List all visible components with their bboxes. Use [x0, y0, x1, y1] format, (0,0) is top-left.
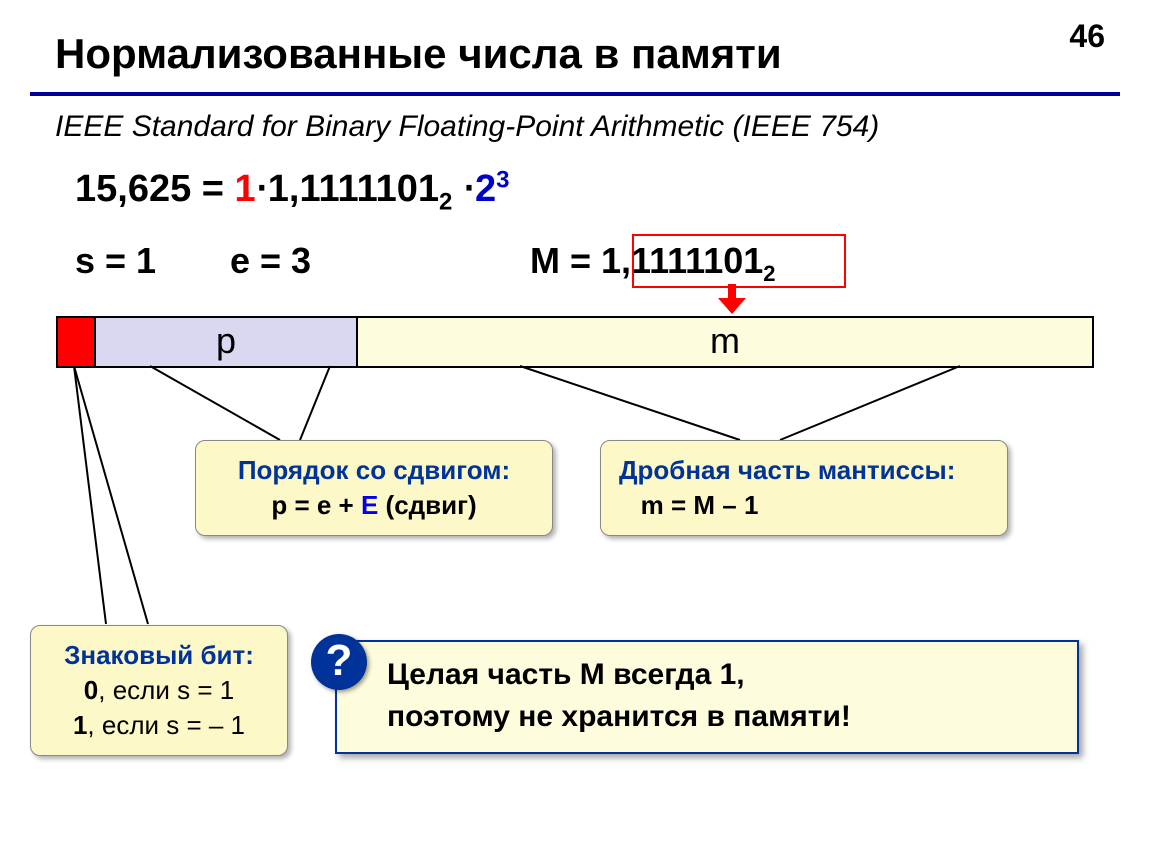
bar-mantissa-cell: m — [358, 318, 1092, 366]
callout-sign-line2: 1, если s = – 1 — [49, 708, 269, 743]
callout-m-f: m = M – 1 — [641, 490, 759, 520]
arrow-down-red-icon — [718, 284, 746, 316]
callout-s-l1: , если s = 1 — [98, 675, 234, 705]
callout-mantissa-title: Дробная часть мантиссы: — [619, 453, 989, 488]
info-text: Целая часть M всегда 1, поэтому не храни… — [387, 654, 851, 738]
equation-main: 15,625 = 1⋅1,11111012 ⋅23 — [75, 166, 510, 217]
eq-sub2a: 2 — [439, 189, 452, 216]
callout-exponent: Порядок со сдвигом: p = e + E (сдвиг) — [195, 440, 553, 536]
callout-s-l2: , если s = – 1 — [87, 710, 245, 740]
eq-dot1: ⋅ — [256, 168, 268, 210]
eq-base2: 2 — [475, 168, 496, 210]
callout-p-pre: p = e + — [271, 490, 361, 520]
callout-exponent-formula: p = e + E (сдвиг) — [214, 488, 534, 523]
leader-sign — [60, 366, 160, 636]
callout-sign: Знаковый бит: 0, если s = 1 1, если s = … — [30, 625, 288, 756]
callout-s-l2b: 1 — [73, 710, 87, 740]
callout-sign-line1: 0, если s = 1 — [49, 673, 269, 708]
callout-sign-title: Знаковый бит: — [49, 638, 269, 673]
leader-p — [150, 366, 410, 446]
callout-exponent-title: Порядок со сдвигом: — [214, 453, 534, 488]
page-number: 46 — [1069, 18, 1105, 55]
fraction-highlight-box — [632, 234, 846, 288]
slide-subtitle: IEEE Standard for Binary Floating-Point … — [55, 110, 879, 144]
callout-p-E: E — [361, 490, 378, 520]
value-e: e = 3 — [230, 240, 311, 282]
eq-exp3: 3 — [496, 166, 509, 193]
eq-lhs: 15,625 = — [75, 168, 235, 210]
value-s: s = 1 — [75, 240, 156, 282]
memory-layout-bar: p m — [56, 316, 1094, 368]
callout-p-post: (сдвиг) — [378, 490, 476, 520]
eq-sign: 1 — [235, 168, 256, 210]
info-line2: поэтому не хранится в памяти! — [387, 696, 851, 738]
callout-s-l1b: 0 — [84, 675, 98, 705]
callout-mantissa: Дробная часть мантиссы: m = M – 1 — [600, 440, 1008, 536]
value-M-pre: M = 1, — [530, 240, 631, 281]
eq-mantissa: 1,1111101 — [268, 168, 439, 210]
bar-sign-cell — [58, 318, 96, 366]
info-box: ? Целая часть M всегда 1, поэтому не хра… — [335, 640, 1079, 754]
eq-dot2: ⋅ — [452, 168, 475, 210]
slide-title: Нормализованные числа в памяти — [55, 30, 782, 78]
title-rule — [30, 92, 1120, 96]
bar-exponent-cell: p — [96, 318, 358, 366]
question-badge-icon: ? — [311, 634, 367, 690]
info-line1: Целая часть M всегда 1, — [387, 654, 851, 696]
leader-m — [520, 366, 1020, 446]
callout-mantissa-formula: m = M – 1 — [619, 488, 989, 523]
